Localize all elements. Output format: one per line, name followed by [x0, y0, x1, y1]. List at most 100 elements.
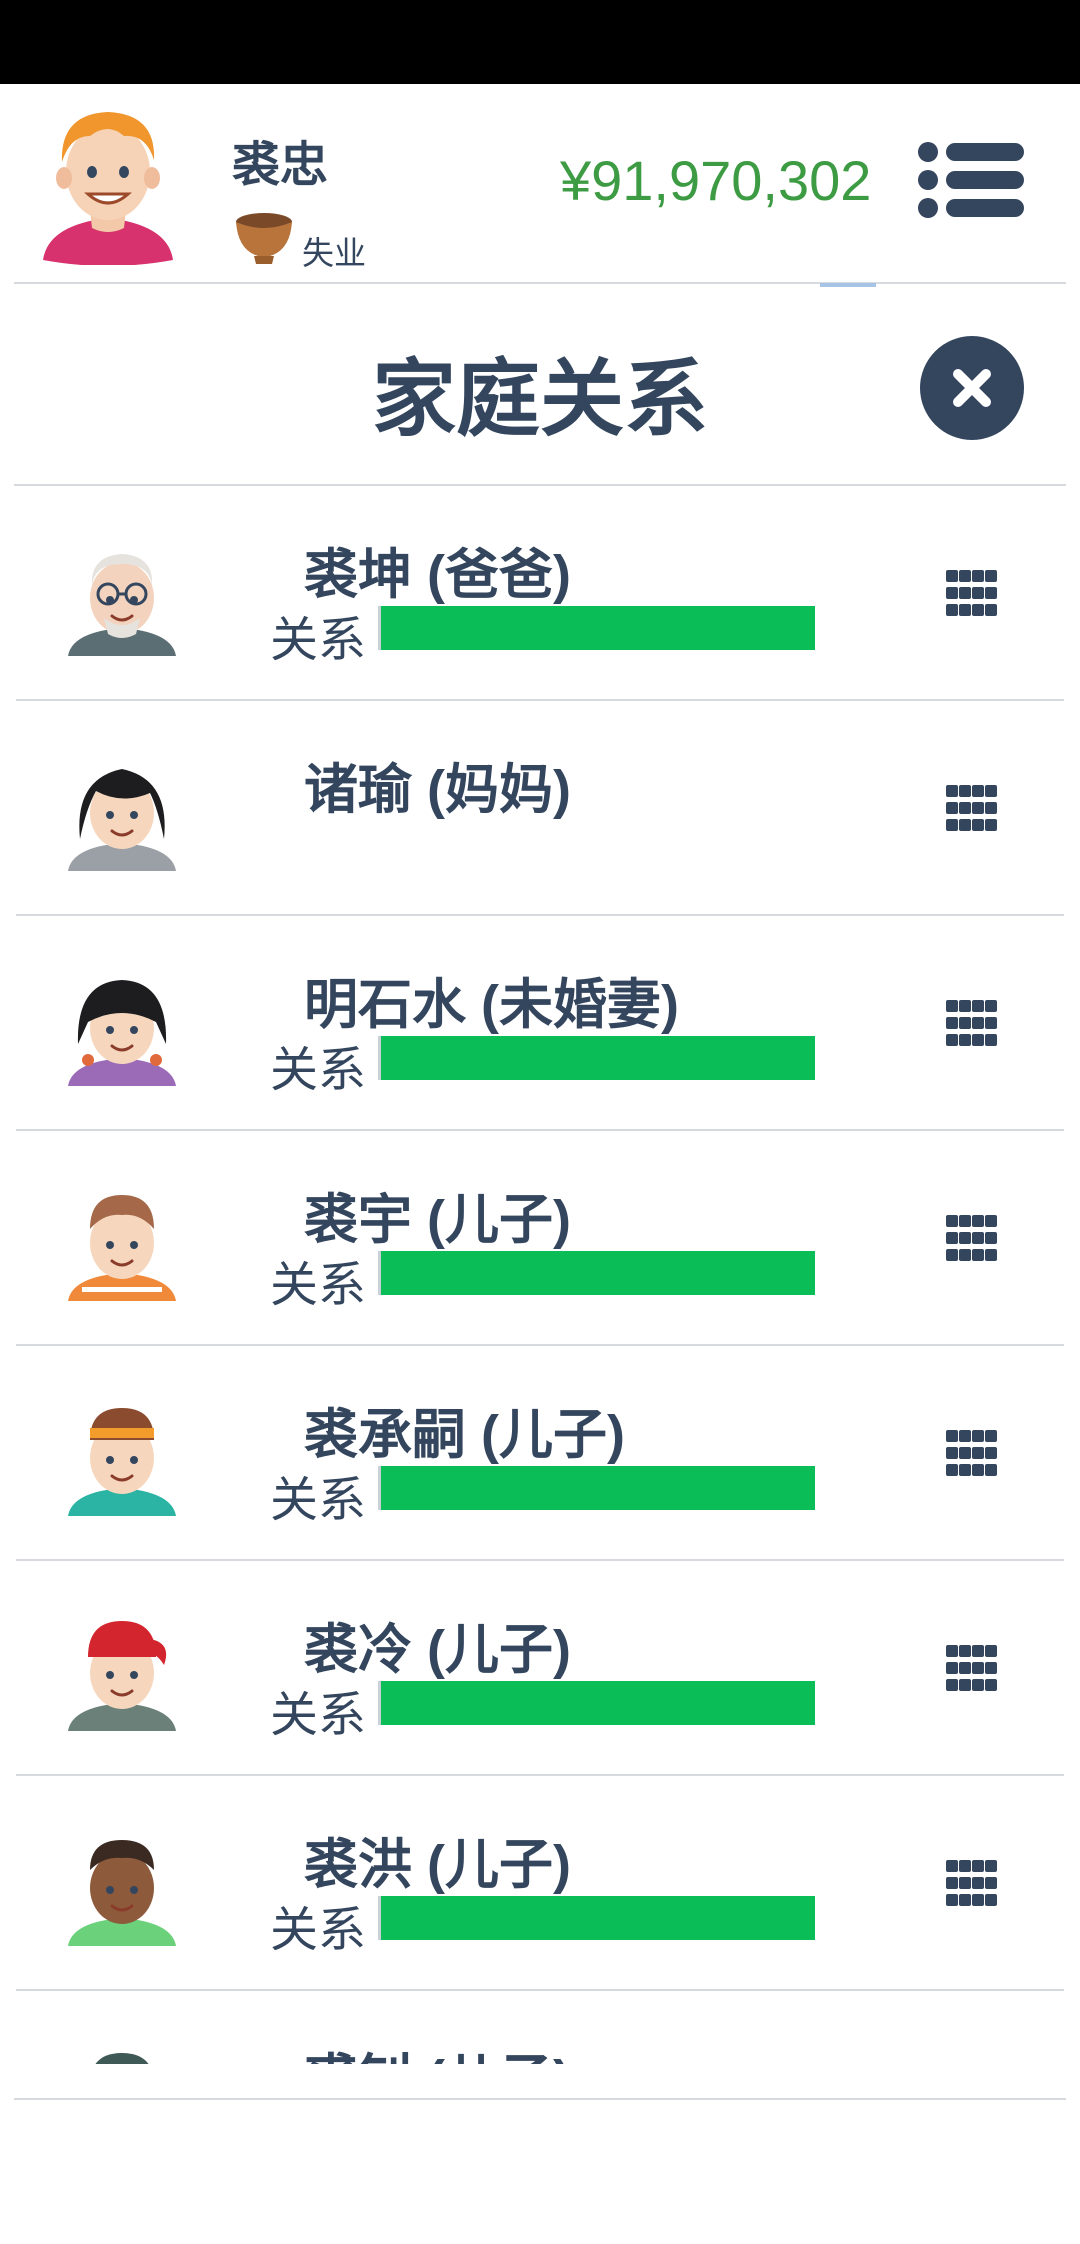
dialog-title: 家庭关系	[371, 350, 708, 448]
family-member-list[interactable]: 裘坤 (爸爸) 关系 诸瑜 (妈妈) 明石水 (未婚妻) 关系 裘宇 (儿子) 关系 裘承嗣 …	[0, 486, 1080, 2064]
grid-icon-dot	[946, 819, 958, 831]
relation-bar-fill	[381, 1036, 815, 1080]
member-name: 明石水 (未婚妻)	[304, 975, 679, 1035]
girl-avatar	[68, 980, 176, 1086]
grid-icon-dot	[985, 785, 997, 797]
relation-label: 关系	[270, 1687, 367, 1743]
elderly-man-avatar	[68, 554, 176, 656]
boy-dark-skin-avatar	[68, 1840, 176, 1946]
relation-label: 关系	[270, 612, 367, 668]
relation-bar-fill	[381, 1896, 815, 1940]
grid-icon-dot	[946, 785, 958, 797]
member-actions-button[interactable]	[946, 1860, 998, 1912]
grid-icon-dot	[946, 1464, 958, 1476]
grid-icon-dot	[946, 1894, 958, 1906]
grid-icon-dot	[946, 1447, 958, 1459]
grid-icon-dot	[972, 1860, 984, 1872]
player-avatar[interactable]	[38, 100, 178, 265]
relation-bar	[378, 1036, 815, 1080]
grid-icon-dot	[972, 604, 984, 616]
grid-icon-dot	[985, 1662, 997, 1674]
grid-icon-dot	[946, 587, 958, 599]
grid-icon-dot	[972, 1232, 984, 1244]
grid-icon-dot	[946, 1662, 958, 1674]
close-icon	[953, 369, 991, 407]
member-actions-button[interactable]	[946, 785, 998, 837]
grid-icon-dot	[985, 1017, 997, 1029]
member-actions-button[interactable]	[946, 570, 998, 622]
relation-label: 关系	[270, 1257, 367, 1313]
family-member-row[interactable]: 裘冷 (儿子) 关系	[0, 1561, 1080, 1776]
grid-icon-dot	[959, 802, 971, 814]
grid-icon-dot	[959, 1430, 971, 1442]
boy-striped-shirt-avatar	[68, 1195, 176, 1301]
grid-icon-dot	[985, 1430, 997, 1442]
player-name: 裘忠	[232, 137, 329, 193]
grid-icon-dot	[946, 604, 958, 616]
grid-icon-dot	[946, 1645, 958, 1657]
grid-icon-dot	[985, 819, 997, 831]
relation-label: 关系	[270, 1902, 367, 1958]
member-name: 裘宇 (儿子)	[304, 1190, 571, 1250]
grid-icon-dot	[959, 1249, 971, 1261]
grid-icon-dot	[959, 1894, 971, 1906]
member-actions-button[interactable]	[946, 1645, 998, 1697]
grid-icon-dot	[985, 1447, 997, 1459]
grid-icon-dot	[972, 1877, 984, 1889]
grid-icon-dot	[946, 1860, 958, 1872]
grid-icon-dot	[972, 1464, 984, 1476]
grid-icon-dot	[985, 1877, 997, 1889]
grid-icon-dot	[959, 1877, 971, 1889]
family-member-row[interactable]: 裘承嗣 (儿子) 关系	[0, 1346, 1080, 1561]
member-actions-button[interactable]	[946, 1430, 998, 1482]
family-member-row[interactable]: 裘洪 (儿子) 关系	[0, 1776, 1080, 1991]
menu-button[interactable]	[918, 140, 1024, 220]
grid-icon-dot	[972, 1679, 984, 1691]
relation-bar	[378, 1466, 815, 1510]
family-member-row[interactable]: 裘钊 (儿子)	[0, 1991, 1080, 2064]
header-divider	[14, 282, 1066, 284]
grid-icon-dot	[972, 1645, 984, 1657]
relation-bar-fill	[381, 606, 815, 650]
family-member-row[interactable]: 裘宇 (儿子) 关系	[0, 1131, 1080, 1346]
grid-icon-dot	[946, 802, 958, 814]
grid-icon-dot	[959, 1232, 971, 1244]
member-name: 裘钊 (儿子)	[304, 2035, 571, 2064]
member-name: 裘洪 (儿子)	[304, 1835, 571, 1895]
grid-icon-dot	[959, 1464, 971, 1476]
relation-label: 关系	[270, 1042, 367, 1098]
grid-icon-dot	[985, 1000, 997, 1012]
relation-bar-fill	[381, 1466, 815, 1510]
grid-icon-dot	[959, 1679, 971, 1691]
relation-bar-fill	[381, 1251, 815, 1295]
grid-icon-dot	[959, 1034, 971, 1046]
close-button[interactable]	[920, 336, 1024, 440]
grid-icon-dot	[972, 1000, 984, 1012]
menu-icon-line	[946, 199, 1024, 217]
grid-icon-dot	[946, 1430, 958, 1442]
grid-icon-dot	[946, 1232, 958, 1244]
grid-icon-dot	[985, 1249, 997, 1261]
grid-icon-dot	[946, 1017, 958, 1029]
grid-icon-dot	[972, 1215, 984, 1227]
boy-headband-avatar	[68, 1408, 176, 1516]
grid-icon-dot	[985, 1894, 997, 1906]
member-actions-button[interactable]	[946, 1215, 998, 1267]
family-member-row[interactable]: 裘坤 (爸爸) 关系	[0, 486, 1080, 701]
grid-icon-dot	[985, 1464, 997, 1476]
money-balance: ¥91,970,302	[560, 149, 872, 212]
menu-icon-line	[946, 143, 1024, 161]
menu-icon-dot	[918, 198, 938, 218]
family-member-row[interactable]: 诸瑜 (妈妈)	[0, 701, 1080, 916]
grid-icon-dot	[972, 1249, 984, 1261]
family-member-row[interactable]: 明石水 (未婚妻) 关系	[0, 916, 1080, 1131]
bowl-icon	[236, 213, 292, 264]
member-name: 裘冷 (儿子)	[304, 1620, 571, 1680]
relation-bar	[378, 606, 815, 650]
grid-icon-dot	[985, 604, 997, 616]
grid-icon-dot	[972, 1017, 984, 1029]
relation-bar	[378, 1896, 815, 1940]
grid-icon-dot	[959, 1215, 971, 1227]
member-actions-button[interactable]	[946, 1000, 998, 1052]
grid-icon-dot	[972, 819, 984, 831]
